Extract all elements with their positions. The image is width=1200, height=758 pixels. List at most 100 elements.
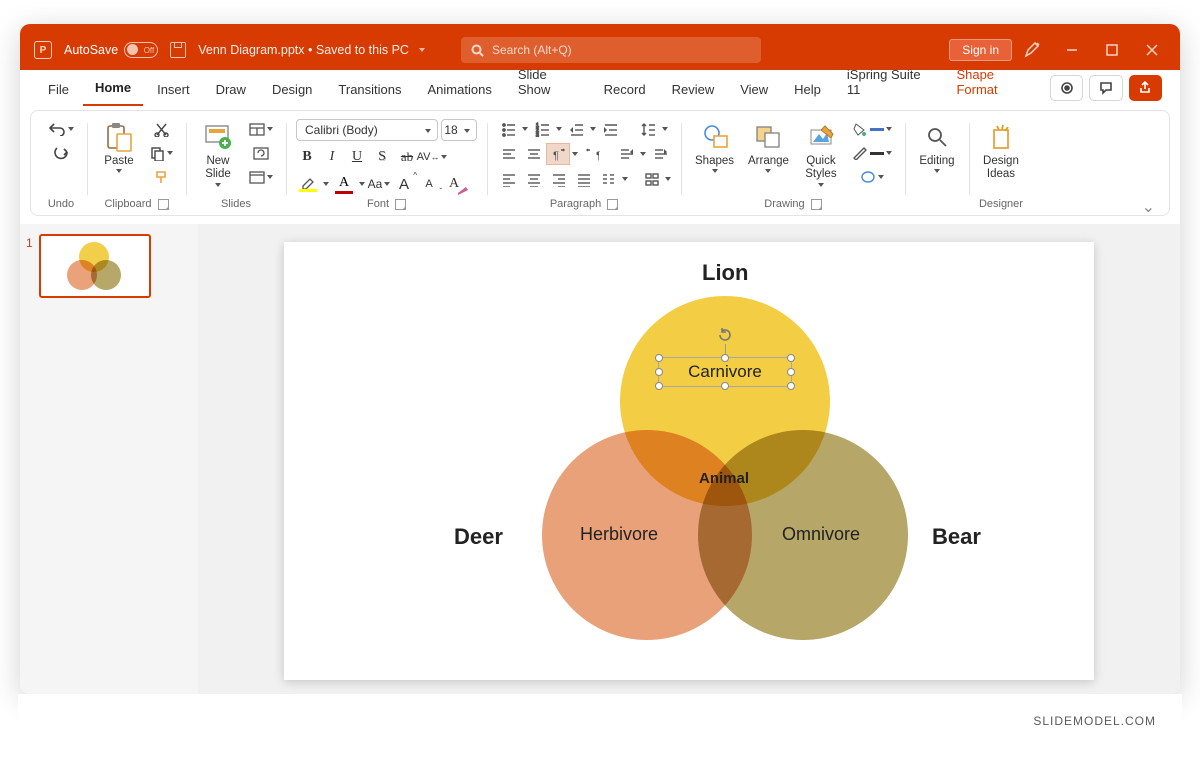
group-editing: Editing [905, 117, 969, 213]
tab-ispring[interactable]: iSpring Suite 11 [835, 59, 943, 106]
copy-button[interactable] [147, 143, 176, 163]
format-painter-button[interactable] [151, 167, 173, 187]
comments-button[interactable] [1089, 75, 1122, 101]
columns-button[interactable] [597, 169, 619, 189]
align2-right-button[interactable] [547, 169, 569, 189]
tab-record[interactable]: Record [592, 74, 658, 106]
shape-effects-button[interactable] [857, 167, 887, 187]
char-spacing-button[interactable]: AV↔ [421, 146, 443, 168]
drawing-launcher[interactable] [811, 199, 822, 210]
paste-button[interactable]: Paste [97, 119, 141, 175]
align-right-button[interactable]: ¶ [547, 144, 569, 164]
label-carnivore[interactable]: Carnivore [659, 358, 791, 386]
undo-button[interactable] [45, 119, 77, 139]
cut-button[interactable] [151, 119, 173, 139]
thumbnail-pane[interactable]: 1 [20, 224, 198, 694]
slide-thumbnail-1[interactable] [39, 234, 151, 298]
share-button[interactable] [1129, 75, 1162, 101]
shrink-font-button[interactable]: Aˇ [418, 173, 440, 195]
reset-button[interactable] [250, 143, 272, 163]
group-font: Calibri (Body) 18 B I U S ab AV↔ A [286, 117, 487, 213]
clear-format-button[interactable]: A [443, 173, 465, 195]
tab-transitions[interactable]: Transitions [326, 74, 413, 106]
section-button[interactable] [246, 167, 276, 187]
new-slide-icon [201, 121, 235, 153]
change-case-button[interactable]: Aa [368, 173, 390, 195]
tab-animations[interactable]: Animations [416, 74, 504, 106]
clipboard-launcher[interactable] [158, 199, 169, 210]
tab-file[interactable]: File [36, 74, 81, 106]
label-lion[interactable]: Lion [702, 260, 748, 286]
align-center-button[interactable] [522, 144, 544, 164]
sign-in-button[interactable]: Sign in [949, 39, 1012, 61]
font-color-button[interactable]: A [332, 175, 356, 194]
numbering-button[interactable]: 123 [531, 119, 553, 139]
quick-styles-icon [804, 121, 838, 153]
design-ideas-button[interactable]: Design Ideas [979, 119, 1023, 183]
font-name-combo[interactable]: Calibri (Body) [296, 119, 438, 141]
line-spacing-button[interactable] [637, 119, 659, 139]
shape-outline-button[interactable] [849, 143, 895, 163]
tab-insert[interactable]: Insert [145, 74, 202, 106]
tab-review[interactable]: Review [660, 74, 727, 106]
indent-left-button[interactable] [565, 119, 587, 139]
tab-design[interactable]: Design [260, 74, 324, 106]
smartart-button[interactable] [640, 169, 662, 189]
label-herbivore[interactable]: Herbivore [580, 524, 658, 545]
present-button[interactable] [1050, 75, 1083, 101]
underline-button[interactable]: U [346, 146, 368, 168]
layout-button[interactable] [246, 119, 276, 139]
maximize-button[interactable] [1092, 30, 1132, 70]
align2-left-button[interactable] [497, 169, 519, 189]
tab-home[interactable]: Home [83, 72, 143, 106]
font-size-combo[interactable]: 18 [441, 119, 477, 141]
new-slide-button[interactable]: New Slide [196, 119, 240, 189]
justify-button[interactable]: ¶ [581, 144, 603, 164]
group-label-designer: Designer [979, 195, 1023, 211]
document-title[interactable]: Venn Diagram.pptx • Saved to this PC [192, 43, 431, 57]
align-left-button[interactable] [497, 144, 519, 164]
indent-right-button[interactable] [599, 119, 621, 139]
group-label-paragraph: Paragraph [550, 198, 601, 210]
autosave-toggle[interactable]: AutoSave Off [58, 42, 164, 58]
tab-view[interactable]: View [728, 74, 780, 106]
bold-button[interactable]: B [296, 146, 318, 168]
collapse-ribbon-button[interactable]: ⌄ [1142, 197, 1155, 217]
italic-button[interactable]: I [321, 146, 343, 168]
slide-editor[interactable]: Lion Deer Bear Herbivore Omnivore Animal [198, 224, 1180, 694]
save-icon [170, 42, 186, 58]
decrease-button[interactable] [615, 144, 637, 164]
tab-slideshow[interactable]: Slide Show [506, 59, 590, 106]
close-button[interactable] [1132, 30, 1172, 70]
align2-center-button[interactable] [522, 169, 544, 189]
align2-justify-button[interactable] [572, 169, 594, 189]
tab-shape-format[interactable]: Shape Format [944, 59, 1044, 106]
label-omnivore[interactable]: Omnivore [782, 524, 860, 545]
strikethrough-button[interactable]: ab [396, 146, 418, 168]
paragraph-launcher[interactable] [607, 199, 618, 210]
label-bear[interactable]: Bear [932, 524, 981, 550]
quick-styles-button[interactable]: Quick Styles [799, 119, 843, 189]
shape-fill-button[interactable] [849, 119, 895, 139]
label-animal[interactable]: Animal [699, 470, 749, 487]
group-slides: New Slide Slides [186, 117, 286, 213]
slide-canvas[interactable]: Lion Deer Bear Herbivore Omnivore Animal [284, 242, 1094, 680]
font-launcher[interactable] [395, 199, 406, 210]
tab-help[interactable]: Help [782, 74, 833, 106]
rotate-handle[interactable] [716, 326, 734, 344]
paste-icon [102, 121, 136, 153]
editing-button[interactable]: Editing [915, 119, 959, 175]
minimize-button[interactable] [1052, 30, 1092, 70]
increase-button[interactable] [649, 144, 671, 164]
tab-draw[interactable]: Draw [204, 74, 258, 106]
shapes-button[interactable]: Shapes [691, 119, 738, 175]
bullets-button[interactable] [497, 119, 519, 139]
save-button[interactable] [164, 42, 192, 58]
redo-button[interactable] [50, 143, 72, 163]
grow-font-button[interactable]: A^ [393, 173, 415, 195]
selected-textbox[interactable]: Carnivore [658, 357, 792, 387]
label-deer[interactable]: Deer [454, 524, 503, 550]
arrange-button[interactable]: Arrange [744, 119, 793, 175]
highlight-button[interactable] [296, 177, 320, 192]
shadow-button[interactable]: S [371, 146, 393, 168]
